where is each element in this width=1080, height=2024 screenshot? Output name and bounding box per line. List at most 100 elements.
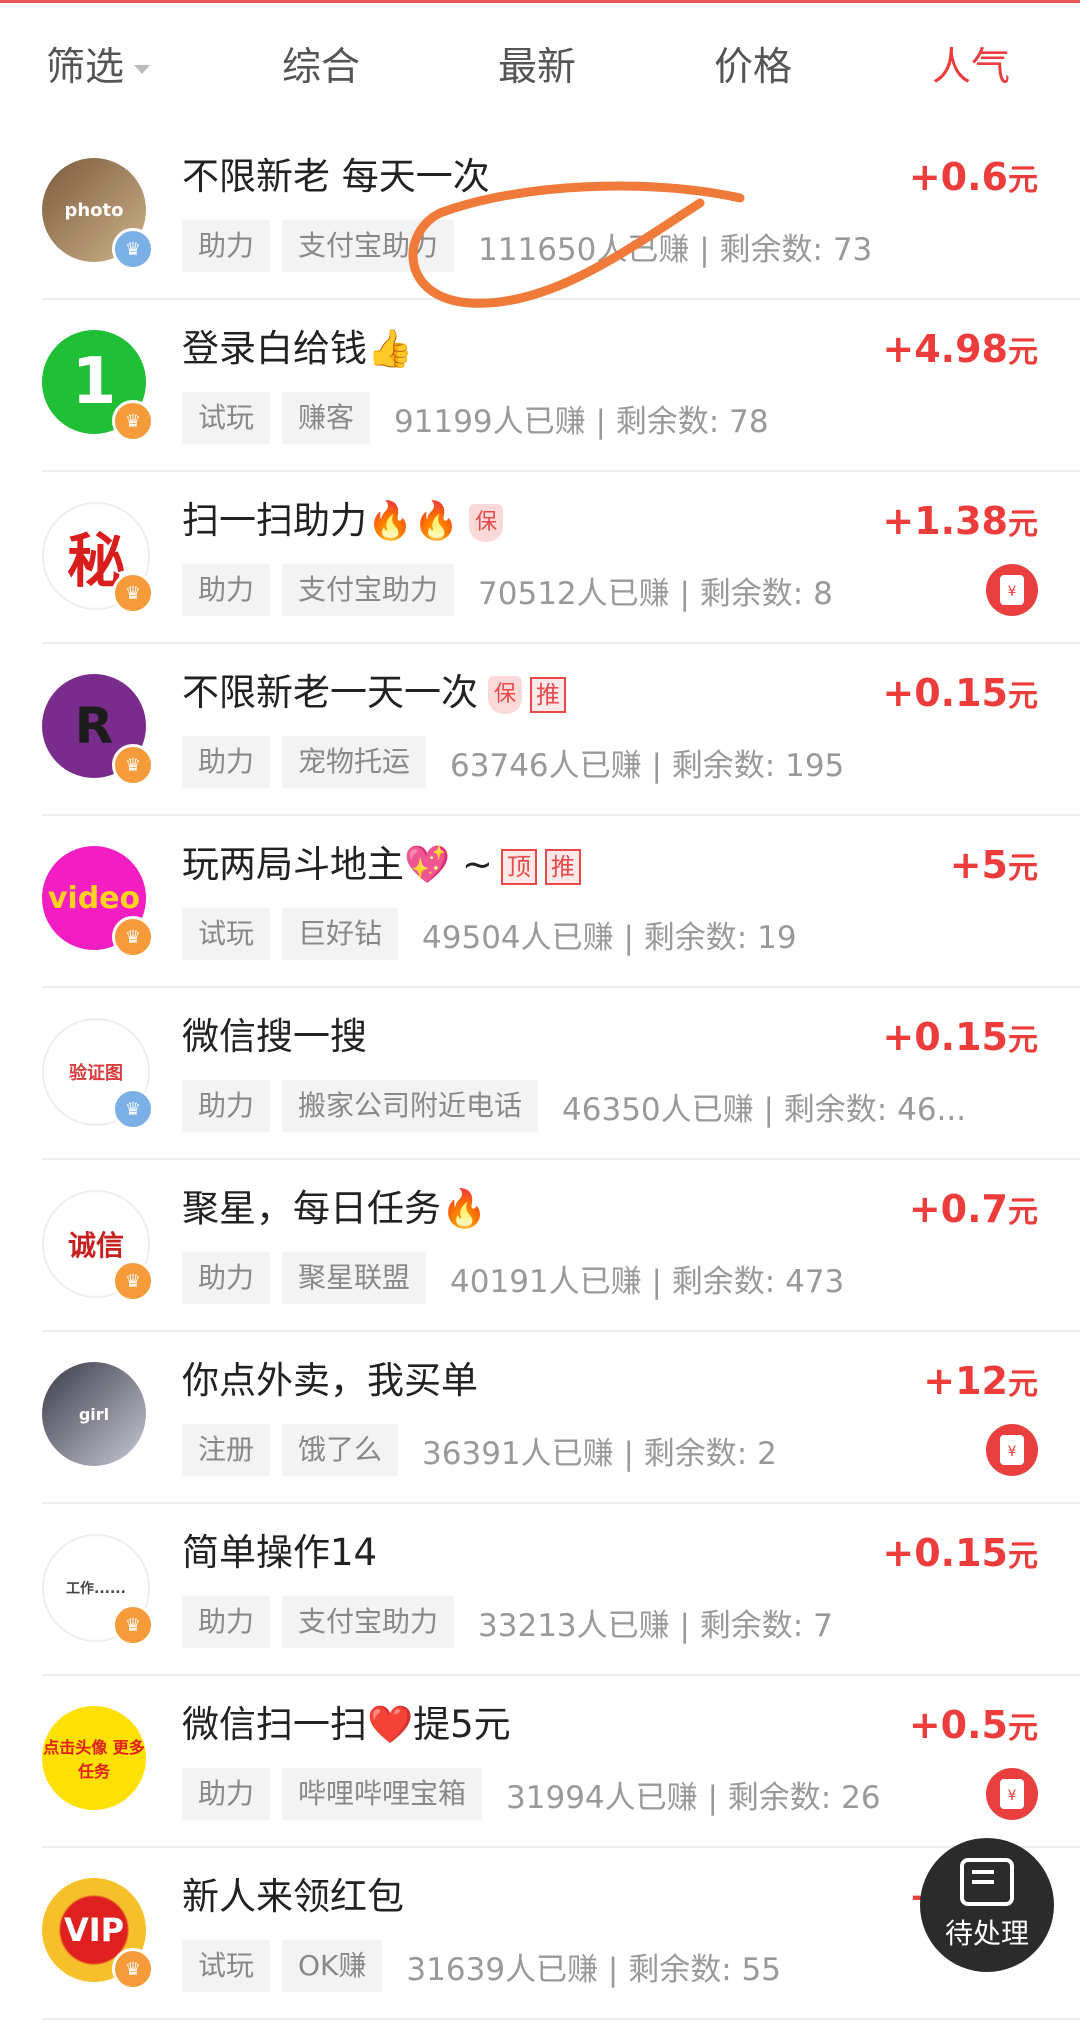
task-reward: +0.7元 (909, 1184, 1038, 1238)
task-title-row: 登录白给钱👍 (182, 324, 413, 374)
red-envelope-icon[interactable]: ¥ (986, 1768, 1038, 1820)
tab-comprehensive[interactable]: 综合 (282, 43, 360, 93)
task-tag: 助力 (182, 1252, 271, 1304)
avatar[interactable]: girl (42, 1362, 146, 1466)
task-tags: 注册 饿了么 36391人已赚 | 剩余数: 2 (182, 1424, 777, 1476)
task-title: 微信搜一搜 (182, 1015, 367, 1058)
reward-unit: 元 (1008, 1367, 1038, 1402)
task-reward: +0.15元 (882, 1528, 1038, 1582)
task-list-item[interactable]: 点击头像 更多任务 微信扫一扫❤️提5元 +0.5元 助力 哔哩哔哩宝箱 31994人已赚… (42, 1676, 1080, 1848)
task-tag: 巨好钻 (282, 908, 399, 960)
task-tag: 试玩 (182, 1940, 271, 1992)
task-reward: +0.6元 (909, 152, 1038, 206)
task-list-item[interactable]: 验证图 ♛ 微信搜一搜 +0.15元 助力 搬家公司附近电话 46350人已赚 | 剩余数:… (42, 988, 1080, 1160)
crown-badge-icon: ♛ (112, 1088, 154, 1130)
task-reward: +12元 (923, 1356, 1038, 1410)
task-tag: 助力 (182, 220, 271, 272)
document-clock-icon (960, 1858, 1014, 1906)
recommend-badge: 推 (544, 848, 581, 885)
task-list-item[interactable]: video ♛ 玩两局斗地主💖 ~ 顶推 +5元 试玩 巨好钻 49504人已赚 | 剩余数:… (42, 816, 1080, 988)
reward-unit: 元 (1008, 163, 1038, 198)
task-title: 扫一扫助力🔥🔥 (182, 499, 460, 542)
task-tags: 助力 宠物托运 63746人已赚 | 剩余数: 195 (182, 736, 844, 788)
task-tag: 聚星联盟 (282, 1252, 427, 1304)
recommend-badge: 推 (530, 676, 566, 713)
reward-amount: +1.38 (882, 499, 1008, 543)
task-stats: 31639人已赚 | 剩余数: 55 (406, 1951, 781, 1988)
task-tag: 支付宝助力 (282, 1596, 455, 1648)
task-tag: 宠物托运 (282, 736, 427, 788)
task-list-item[interactable]: R ♛ 不限新老一天一次保推 +0.15元 助力 宠物托运 63746人已赚 | 剩余数: … (42, 644, 1080, 816)
reward-unit: 元 (1008, 1711, 1038, 1746)
task-title: 不限新老一天一次 (182, 671, 478, 714)
avatar-text: photo (64, 199, 124, 221)
task-stats: 46350人已赚 | 剩余数: 46... (562, 1091, 967, 1128)
reward-amount: +4.98 (882, 327, 1008, 371)
task-tags: 试玩 巨好钻 49504人已赚 | 剩余数: 19 (182, 908, 797, 960)
crown-badge-icon: ♛ (112, 1948, 154, 1990)
task-title-row: 扫一扫助力🔥🔥 保 (182, 496, 504, 546)
crown-badge-icon: ♛ (112, 744, 154, 786)
avatar-text: 诚信 (67, 1229, 124, 1262)
task-list-item[interactable]: 工作...... ♛ 简单操作14 +0.15元 助力 支付宝助力 33213人已赚 | 剩… (42, 1504, 1080, 1676)
task-tag: 试玩 (182, 392, 271, 444)
crown-badge-icon: ♛ (112, 400, 154, 442)
task-tag: 助力 (182, 1596, 271, 1648)
task-list-item[interactable]: 诚信 ♛ 聚星，每日任务🔥 +0.7元助力 聚星联盟 40191人已赚 | 剩余数: 47… (42, 1160, 1080, 1332)
task-title: 聚星，每日任务🔥 (182, 1187, 488, 1230)
orange-scribble-annotation (408, 181, 745, 308)
red-envelope-icon[interactable]: ¥ (986, 564, 1038, 616)
task-reward: +1.38元 (882, 496, 1038, 550)
reward-unit: 元 (1008, 851, 1038, 886)
task-list-item[interactable]: 秘 ♛ 扫一扫助力🔥🔥 保 +1.38元 助力 支付宝助力 70512人已赚 | 剩余数: 8… (42, 472, 1080, 644)
reward-amount: +0.5 (908, 1703, 1008, 1747)
task-list-item[interactable]: VIP♛新人来领红包+4.5元试玩OK赚31639人已赚 | 剩余数: 55 (42, 1848, 1080, 2020)
task-stats: 40191人已赚 | 剩余数: 473 (450, 1263, 845, 1300)
task-tag: 助力 (182, 736, 271, 788)
task-stats: 63746人已赚 | 剩余数: 195 (450, 747, 845, 784)
task-tag: 赚客 (282, 392, 371, 444)
task-stats: 36391人已赚 | 剩余数: 2 (422, 1435, 777, 1472)
task-title-row: 你点外卖，我买单 (182, 1356, 478, 1406)
tab-price[interactable]: 价格 (714, 43, 792, 93)
task-tags: 助力 搬家公司附近电话 46350人已赚 | 剩余数: 46... (182, 1080, 966, 1132)
task-reward: +5元 (950, 840, 1038, 894)
task-list-item[interactable]: girl 你点外卖，我买单 +12元注册 饿了么 36391人已赚 | 剩余数: 2 ¥ (42, 1332, 1080, 1504)
task-tag: 助力 (182, 1768, 271, 1820)
avatar-text: 1 (71, 345, 117, 419)
reward-amount: +0.6 (908, 155, 1008, 199)
avatar-text: 验证图 (69, 1063, 123, 1084)
task-reward: +0.5元 (909, 1700, 1038, 1754)
reward-amount: +5 (949, 843, 1008, 887)
avatar[interactable]: 点击头像 更多任务 (42, 1706, 146, 1810)
task-title: 微信扫一扫❤️提5元 (182, 1703, 511, 1746)
task-tag: 搬家公司附近电话 (282, 1080, 539, 1132)
task-tag: 支付宝助力 (282, 564, 455, 616)
pinned-badge: 顶 (500, 848, 537, 885)
filter-label: 筛选 (46, 45, 125, 90)
pending-float-button[interactable]: 待处理 (920, 1838, 1054, 1972)
crown-badge-icon: ♛ (112, 1604, 154, 1646)
task-tag: 哔哩哔哩宝箱 (282, 1768, 483, 1820)
task-tags: 试玩 赚客 91199人已赚 | 剩余数: 78 (182, 392, 769, 444)
filter-dropdown[interactable]: 筛选 (46, 43, 151, 93)
guarantee-badge: 保 (469, 503, 504, 542)
task-title-row: 微信搜一搜 (182, 1012, 367, 1062)
avatar-text: 点击头像 更多任务 (43, 1738, 145, 1781)
reward-unit: 元 (1008, 1195, 1038, 1230)
chevron-down-icon (134, 65, 151, 74)
reward-unit: 元 (1008, 335, 1038, 370)
tab-popularity[interactable]: 人气 (932, 43, 1010, 93)
avatar-text: R (74, 697, 114, 755)
task-title: 玩两局斗地主💖 ~ (182, 843, 493, 886)
task-reward: +0.15元 (882, 668, 1038, 722)
task-title: 新人来领红包 (182, 1875, 404, 1918)
task-tags: 助力 支付宝助力 70512人已赚 | 剩余数: 8 (182, 564, 833, 616)
crown-badge-icon: ♛ (112, 1260, 154, 1302)
tab-newest[interactable]: 最新 (498, 43, 576, 93)
task-tags: 助力 哔哩哔哩宝箱 31994人已赚 | 剩余数: 26 (182, 1768, 881, 1820)
task-title: 简单操作14 (182, 1531, 378, 1574)
red-envelope-icon[interactable]: ¥ (986, 1424, 1038, 1476)
task-title-row: 聚星，每日任务🔥 (182, 1184, 487, 1234)
task-title: 登录白给钱👍 (182, 327, 414, 370)
